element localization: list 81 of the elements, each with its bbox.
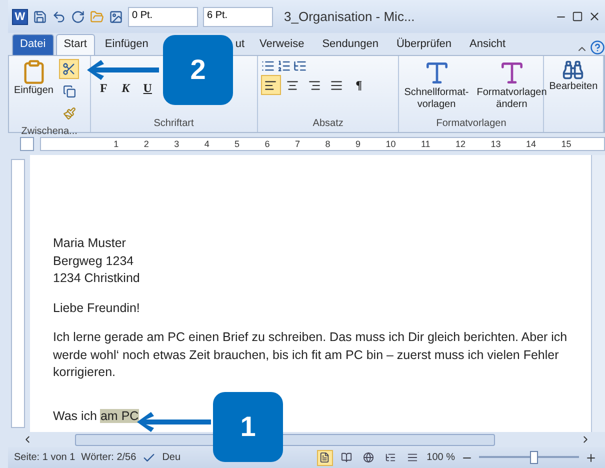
callout-badge: 1 bbox=[213, 392, 283, 462]
align-icon bbox=[330, 78, 344, 92]
ribbon-tab[interactable]: Verweise bbox=[252, 34, 312, 55]
ribbon-tab[interactable]: Start bbox=[56, 34, 95, 55]
maximize-icon bbox=[572, 11, 583, 22]
word-count[interactable]: Wörter: 2/56 bbox=[81, 452, 136, 463]
ruler-number: 13 bbox=[490, 139, 501, 149]
save-icon bbox=[33, 10, 47, 24]
view-icon bbox=[385, 452, 396, 463]
scissors-icon bbox=[62, 62, 76, 76]
underline-button[interactable]: U bbox=[138, 78, 158, 98]
ribbon-tab[interactable]: Datei bbox=[12, 34, 54, 55]
arrow bbox=[87, 60, 159, 80]
close-icon bbox=[588, 10, 601, 23]
ruler-number: 10 bbox=[386, 139, 396, 149]
ribbon-tab[interactable]: ut bbox=[230, 34, 250, 55]
view-icon bbox=[363, 452, 374, 463]
zoom-in-icon bbox=[585, 452, 597, 464]
group-label: Schriftart bbox=[152, 118, 195, 131]
app-icon[interactable]: W bbox=[12, 8, 28, 24]
text-line: Was ich bbox=[53, 408, 97, 422]
bold-button[interactable]: F bbox=[94, 78, 114, 98]
spacing-field[interactable]: 0 Pt. bbox=[128, 6, 198, 26]
cut-button[interactable] bbox=[59, 59, 80, 79]
help-icon bbox=[590, 40, 605, 55]
ruler-number: 12 bbox=[456, 139, 466, 149]
callout-badge: 2 bbox=[163, 35, 233, 105]
selected-text: am PC bbox=[100, 408, 139, 422]
ruler-number: 15 bbox=[561, 139, 572, 149]
ruler-number: 8 bbox=[325, 139, 330, 149]
zoom-level[interactable]: 100 % bbox=[426, 452, 455, 463]
ruler-number: 4 bbox=[204, 139, 210, 149]
picture-icon bbox=[109, 10, 123, 24]
ruler-number: 11 bbox=[420, 139, 430, 149]
align-icon bbox=[286, 78, 300, 92]
change-styles-button[interactable]: Formatvorlagen ändern bbox=[474, 59, 549, 110]
numbering-icon bbox=[276, 59, 291, 73]
view-button[interactable] bbox=[316, 450, 333, 466]
redo-icon bbox=[71, 10, 85, 24]
paste-button[interactable]: Einfügen bbox=[12, 59, 56, 96]
folder-icon bbox=[90, 10, 104, 24]
spacing-field[interactable]: 6 Pt. bbox=[203, 6, 273, 26]
vertical-scrollbar[interactable] bbox=[591, 155, 605, 432]
address-line: Maria Muster bbox=[53, 235, 127, 252]
group-label: Formatvorlagen bbox=[435, 118, 508, 131]
page-count[interactable]: Seite: 1 von 1 bbox=[14, 452, 76, 463]
tab-selector[interactable] bbox=[20, 137, 34, 151]
address-line: Bergweg 1234 bbox=[53, 252, 135, 270]
ribbon-tab[interactable]: Ansicht bbox=[462, 34, 514, 55]
italic-button[interactable]: K bbox=[116, 78, 136, 98]
align-button[interactable] bbox=[260, 75, 281, 95]
group-label: Absatz bbox=[312, 118, 344, 131]
editing-button[interactable]: Bearbeiten bbox=[547, 59, 600, 92]
align-icon bbox=[264, 78, 278, 92]
ruler-number: 2 bbox=[144, 139, 149, 149]
window-title: 3_Organisation - Mic... bbox=[284, 9, 416, 24]
ribbon-tab[interactable]: Überprüfen bbox=[388, 34, 460, 55]
bullets-icon bbox=[260, 59, 275, 73]
greeting: Liebe Freundin! bbox=[53, 300, 141, 316]
view-icon bbox=[319, 452, 330, 463]
quick-styles-button[interactable]: Schnellformat- vorlagen bbox=[402, 59, 471, 110]
ruler-number: 3 bbox=[174, 139, 180, 149]
ruler-number: 9 bbox=[355, 139, 360, 149]
ruler-number: 7 bbox=[295, 139, 300, 149]
ruler-number: 6 bbox=[264, 139, 270, 149]
body-paragraph: Ich lerne gerade am PC einen Brief zu schreiben. Das muss ich Dir gleich berichten. Aber ich werde wohl‘ noch etwas Zeit brauchen, bis ich fit am PC bin – zuerst muss ich vielen Fehler korrigieren. bbox=[53, 329, 568, 381]
multilevel-list-icon bbox=[292, 59, 307, 73]
language[interactable]: Deu bbox=[162, 452, 181, 463]
undo-icon bbox=[52, 10, 66, 24]
ribbon-tab[interactable]: Einfügen bbox=[96, 34, 156, 55]
view-icon bbox=[407, 452, 418, 463]
group-label: Zwischena... bbox=[20, 126, 78, 137]
align-icon bbox=[308, 78, 322, 92]
view-icon bbox=[341, 452, 352, 463]
ruler-number: 5 bbox=[234, 139, 240, 149]
ribbon-tab[interactable]: Sendungen bbox=[314, 34, 386, 55]
ruler-number: 1 bbox=[114, 139, 119, 149]
address-line: 1234 Christkind bbox=[53, 270, 141, 287]
ruler-number: 14 bbox=[526, 139, 536, 149]
binoculars-icon bbox=[562, 59, 584, 81]
pilcrow-button[interactable]: ¶ bbox=[348, 75, 369, 95]
